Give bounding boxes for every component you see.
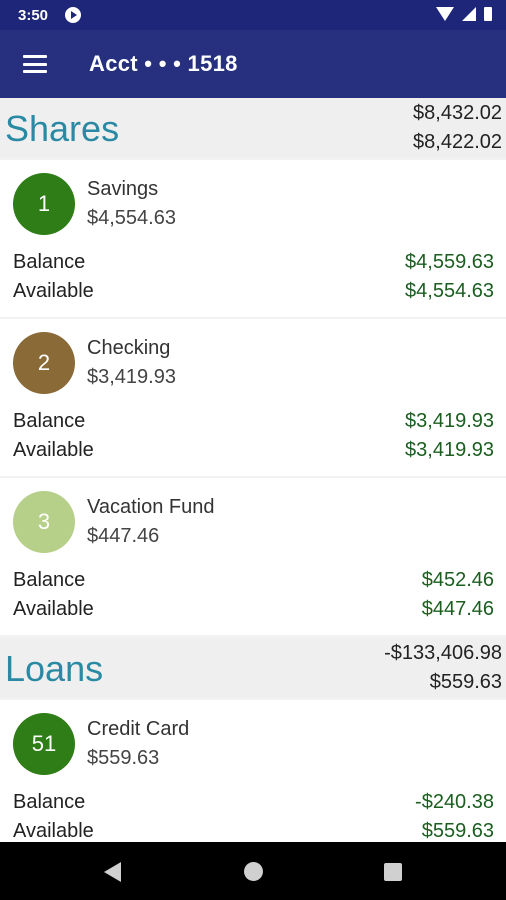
available-value: $4,554.63	[405, 280, 494, 302]
home-icon[interactable]	[244, 862, 263, 881]
menu-icon[interactable]	[23, 55, 47, 73]
balance-label: Balance	[13, 410, 86, 432]
account-card-savings[interactable]: 1 Savings $4,554.63 Balance $4,559.63 Av…	[0, 160, 506, 317]
recents-icon[interactable]	[384, 863, 402, 881]
account-name: Checking	[87, 337, 171, 359]
account-amount: $4,554.63	[87, 207, 176, 229]
section-total-balance: -$133,406.98	[384, 642, 502, 664]
account-card-vacation-fund[interactable]: 3 Vacation Fund $447.46 Balance $452.46 …	[0, 478, 506, 635]
account-amount: $3,419.93	[87, 366, 176, 388]
status-time: 3:50	[18, 7, 49, 24]
account-avatar: 51	[13, 713, 75, 775]
app-notification-icon	[65, 7, 81, 23]
section-title: Shares	[5, 108, 120, 149]
balance-value: $4,559.63	[405, 251, 494, 273]
loans-section-header: Loans -$133,406.98 $559.63	[0, 638, 506, 698]
available-label: Available	[13, 820, 94, 842]
available-value: $3,419.93	[405, 439, 494, 461]
balance-value: $452.46	[421, 569, 494, 591]
section-total-available: $559.63	[429, 671, 502, 693]
status-icons	[436, 7, 492, 21]
balance-label: Balance	[13, 251, 86, 273]
available-label: Available	[13, 439, 94, 461]
wifi-icon	[436, 7, 454, 21]
section-total-balance: $8,432.02	[413, 102, 502, 124]
available-label: Available	[13, 280, 94, 302]
account-avatar: 1	[13, 173, 75, 235]
account-card-checking[interactable]: 2 Checking $3,419.93 Balance $3,419.93 A…	[0, 319, 506, 476]
account-avatar: 2	[13, 332, 75, 394]
balance-label: Balance	[13, 569, 86, 591]
account-card-credit-card[interactable]: 51 Credit Card $559.63 Balance -$240.38 …	[0, 700, 506, 842]
app-bar: Acct • • • 1518	[0, 30, 506, 98]
available-value: $559.63	[421, 820, 494, 842]
account-amount: $447.46	[87, 525, 160, 547]
balance-label: Balance	[13, 791, 86, 813]
shares-section-header: Shares $8,432.02 $8,422.02	[0, 98, 506, 158]
back-icon[interactable]	[104, 862, 121, 882]
available-label: Available	[13, 598, 94, 620]
balance-value: -$240.38	[415, 791, 494, 813]
accounts-list[interactable]: Shares $8,432.02 $8,422.02 1 Savings $4,…	[0, 98, 506, 842]
account-name: Vacation Fund	[87, 496, 215, 518]
signal-icon	[462, 7, 476, 21]
section-total-available: $8,422.02	[413, 131, 502, 153]
account-name: Savings	[87, 178, 159, 200]
available-value: $447.46	[421, 598, 494, 620]
battery-icon	[484, 7, 492, 21]
balance-value: $3,419.93	[405, 410, 494, 432]
status-bar: 3:50	[0, 0, 506, 30]
account-name: Credit Card	[87, 718, 190, 740]
account-amount: $559.63	[87, 747, 160, 769]
system-nav-bar	[0, 842, 506, 900]
section-title: Loans	[5, 648, 104, 689]
account-avatar: 3	[13, 491, 75, 553]
page-title: Acct • • • 1518	[89, 51, 238, 76]
